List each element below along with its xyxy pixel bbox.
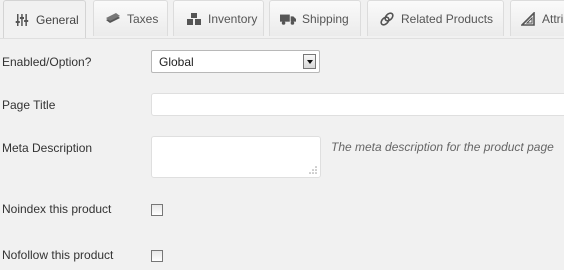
tab-label: Taxes: [127, 11, 159, 26]
select-value: Global: [159, 54, 194, 69]
noindex-checkbox[interactable]: [151, 204, 163, 216]
chevron-down-icon[interactable]: [303, 54, 316, 69]
resize-grip-icon[interactable]: [309, 166, 317, 174]
tab-attributes[interactable]: Attrib: [510, 0, 564, 36]
noindex-label: Noindex this product: [2, 202, 112, 216]
tab-label: Inventory: [208, 11, 258, 26]
boxes-icon: [186, 11, 202, 27]
link-icon: [379, 11, 395, 27]
enabled-option-select[interactable]: Global: [151, 50, 320, 73]
truck-icon: [280, 11, 296, 27]
money-icon: [105, 11, 121, 27]
tab-related-products[interactable]: Related Products: [367, 0, 504, 36]
meta-description-hint: The meta description for the product pag…: [331, 140, 554, 154]
tab-taxes[interactable]: Taxes: [93, 0, 168, 36]
tab-label: Attrib: [542, 11, 564, 26]
meta-description-textarea[interactable]: [151, 136, 321, 178]
meta-description-label: Meta Description: [2, 141, 93, 155]
product-data-tabs: General Taxes Inventory Shipping Related…: [0, 0, 564, 39]
set-square-icon: [520, 11, 536, 27]
sliders-icon: [14, 12, 30, 28]
tab-inventory[interactable]: Inventory: [173, 0, 264, 36]
tab-label: Shipping: [302, 11, 349, 26]
tab-general[interactable]: General: [3, 0, 86, 38]
tab-label: General: [36, 13, 79, 27]
page-title-input[interactable]: [151, 93, 564, 116]
tab-label: Related Products: [401, 11, 494, 26]
nofollow-label: Nofollow this product: [2, 248, 114, 262]
page-title-label: Page Title: [2, 98, 56, 112]
tab-shipping[interactable]: Shipping: [269, 0, 361, 36]
nofollow-checkbox[interactable]: [151, 250, 163, 262]
enabled-option-label: Enabled/Option?: [2, 55, 92, 69]
